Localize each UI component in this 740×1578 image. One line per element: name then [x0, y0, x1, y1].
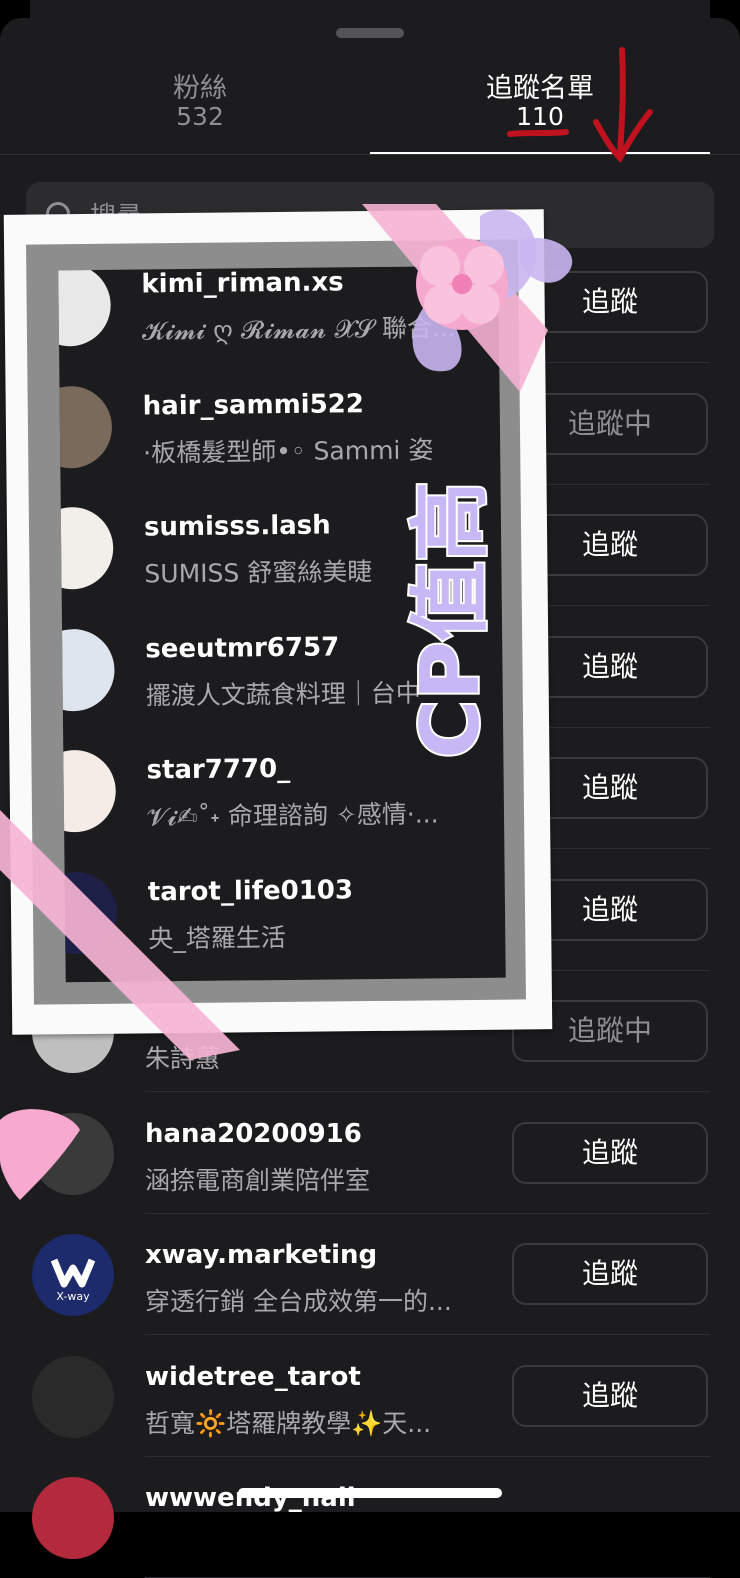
username[interactable]: seeutmr6757: [145, 632, 339, 664]
list-item[interactable]: widetree_tarot 哲寬🔆塔羅牌教學✨天... 追蹤: [0, 1336, 740, 1457]
active-tab-underline: [370, 152, 710, 154]
follow-button[interactable]: 追蹤: [512, 1243, 708, 1305]
tab-followers[interactable]: 粉絲 532: [30, 58, 370, 154]
username[interactable]: tarot_life0103: [148, 875, 354, 907]
list-item[interactable]: wwwendy_nail: [0, 1457, 740, 1578]
tab-following[interactable]: 追蹤名單 110: [370, 58, 710, 154]
avatar[interactable]: [58, 506, 114, 590]
user-bio: ·板橋髮型師•◦ Sammi 姿: [143, 434, 434, 467]
username[interactable]: hana20200916: [145, 1119, 362, 1149]
framed-list-item[interactable]: sumisss.lash SUMISS 舒蜜絲美睫: [58, 480, 505, 609]
avatar[interactable]: [58, 265, 112, 347]
avatar[interactable]: [58, 871, 118, 955]
sheet-grabber[interactable]: [336, 28, 404, 38]
xway-logo-text: X-way: [56, 1290, 90, 1303]
avatar[interactable]: [32, 1112, 114, 1195]
avatar[interactable]: [32, 1355, 114, 1438]
user-bio: 哲寬🔆塔羅牌教學✨天...: [145, 1408, 432, 1438]
username[interactable]: xway.marketing: [145, 1240, 377, 1270]
framed-list-item[interactable]: star7770_ 𝓥𝓲✍˚˖ 命理諮詢 ✧感情·...: [58, 723, 505, 852]
avatar[interactable]: [58, 385, 113, 469]
tabs: 粉絲 532 追蹤名單 110: [0, 58, 740, 155]
frame-window-content: kimi_riman.xs 𝓚𝓲𝓶𝓲 ღ 𝓡𝓲𝓶𝓪𝓷 𝓧𝓢 聯合... hair_s…: [58, 265, 506, 983]
framed-list-item[interactable]: seeutmr6757 擺渡人文蔬食料理｜台中: [58, 602, 505, 731]
follow-button[interactable]: 追蹤: [512, 1121, 708, 1184]
username[interactable]: star7770_: [146, 754, 290, 786]
avatar[interactable]: [58, 749, 117, 833]
avatar[interactable]: [58, 628, 115, 712]
avatar[interactable]: X-way: [32, 1234, 114, 1316]
username[interactable]: widetree_tarot: [145, 1362, 361, 1392]
user-bio: 擺渡人文蔬食料理｜台中: [145, 678, 421, 710]
username[interactable]: hair_sammi522: [143, 389, 364, 421]
user-bio: 朱詩蕙: [145, 1044, 221, 1073]
user-bio: SUMISS 舒蜜絲美睫: [144, 557, 373, 589]
user-bio: 穿透行銷 全台成效第一的...: [145, 1287, 452, 1316]
user-bio: 𝓚𝓲𝓶𝓲 ღ 𝓡𝓲𝓶𝓪𝓷 𝓧𝓢 聯合...: [141, 313, 456, 346]
username[interactable]: kimi_riman.xs: [141, 267, 344, 299]
avatar[interactable]: [32, 1477, 114, 1559]
tab-followers-label: 粉絲: [173, 73, 227, 104]
username[interactable]: sumisss.lash: [144, 510, 331, 542]
framed-list-item[interactable]: tarot_life0103 央_塔羅生活: [58, 845, 505, 974]
framed-list-item[interactable]: hair_sammi522 ·板橋髮型師•◦ Sammi 姿: [58, 359, 505, 488]
framed-list-item[interactable]: kimi_riman.xs 𝓚𝓲𝓶𝓲 ღ 𝓡𝓲𝓶𝓪𝓷 𝓧𝓢 聯合...: [58, 265, 505, 366]
home-indicator: [238, 1488, 502, 1498]
tab-following-count: 110: [516, 102, 564, 131]
tab-following-label: 追蹤名單: [486, 73, 594, 104]
tab-followers-count: 532: [176, 102, 224, 131]
user-bio: 涵捺電商創業陪伴室: [145, 1165, 371, 1195]
list-item[interactable]: X-way xway.marketing 穿透行銷 全台成效第一的... 追蹤: [0, 1214, 740, 1335]
list-item[interactable]: hana20200916 涵捺電商創業陪伴室 追蹤: [0, 1093, 740, 1214]
user-bio: 央_塔羅生活: [148, 922, 286, 953]
follow-button[interactable]: 追蹤: [512, 1364, 708, 1427]
user-bio: 𝓥𝓲✍˚˖ 命理諮詢 ✧感情·...: [146, 799, 439, 832]
